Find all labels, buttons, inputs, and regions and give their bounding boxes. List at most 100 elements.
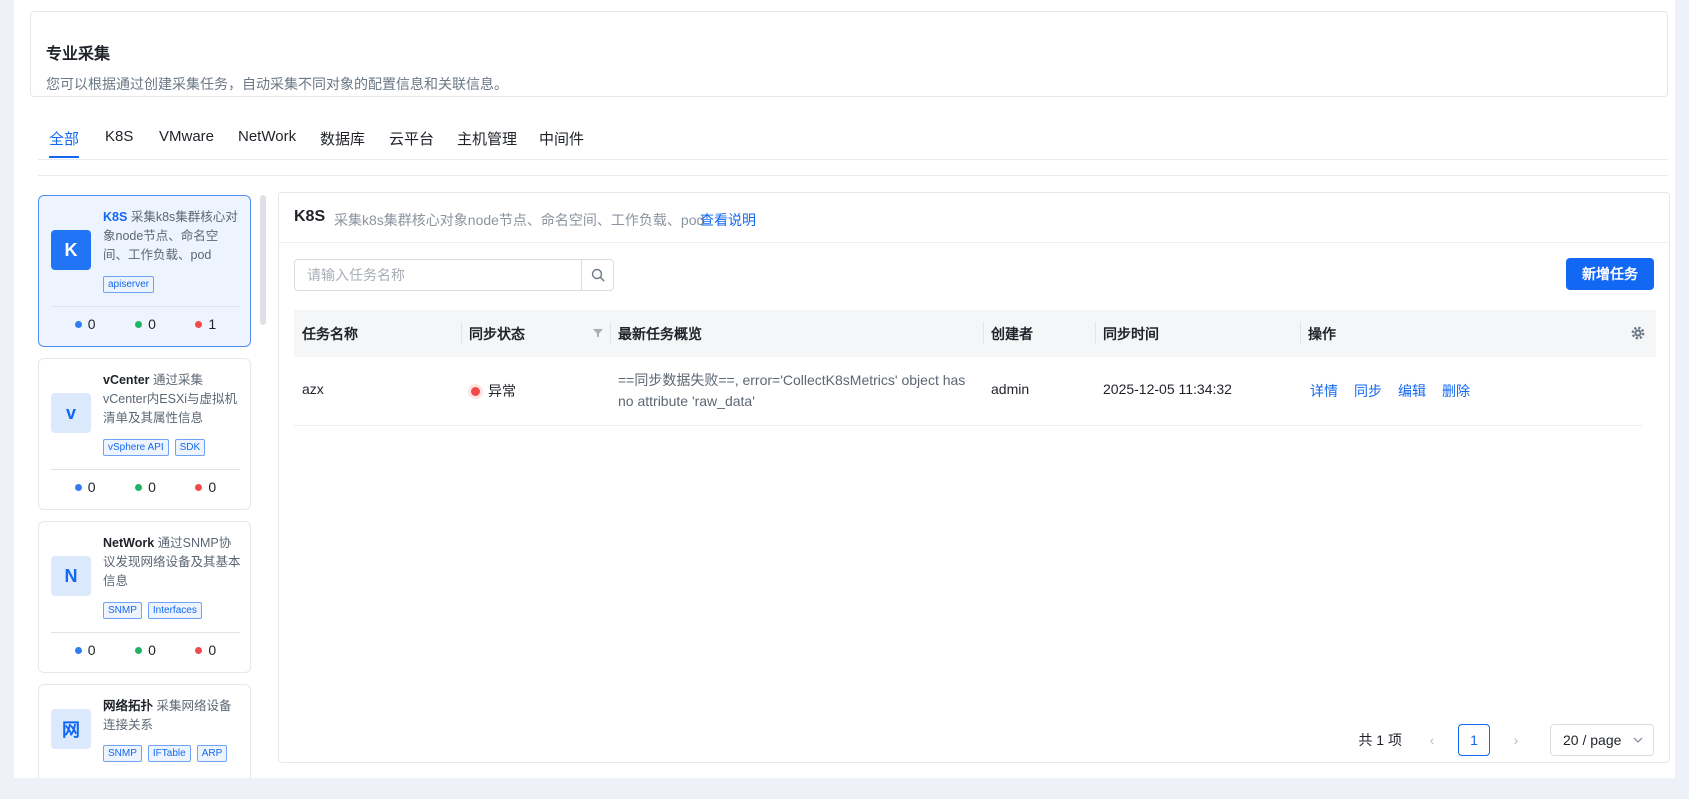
detail-button[interactable]: 详情 xyxy=(1310,383,1338,399)
delete-button[interactable]: 删除 xyxy=(1442,383,1470,399)
collector-avatar: K xyxy=(51,230,91,270)
search-input[interactable] xyxy=(295,260,581,290)
sync-time: 2025-12-05 11:34:32 xyxy=(1103,381,1232,397)
blue-dot-icon xyxy=(74,483,82,491)
help-link[interactable]: 查看说明 xyxy=(700,210,756,230)
tag: SDK xyxy=(174,439,206,456)
collector-info: vCenter 通过采集vCenter内ESXi与虚拟机清单及其属性信息 xyxy=(103,371,243,428)
stat-value: 0 xyxy=(87,479,96,495)
collector-card-topology[interactable]: 网 网络拓扑 采集网络设备连接关系 SNMP IFTable ARP xyxy=(38,684,251,778)
red-dot-icon xyxy=(195,483,203,491)
pagination: 共 1 项 ‹ 1 › 20 / page xyxy=(1358,724,1654,756)
green-dot-icon xyxy=(135,320,143,328)
stat-value: 0 xyxy=(148,642,156,658)
column-header-sync-time: 同步时间 xyxy=(1103,325,1159,342)
creator: admin xyxy=(991,381,1030,397)
collector-card-k8s[interactable]: K K8S 采集k8s集群核心对象node节点、命名空间、工作负载、pod ap… xyxy=(38,195,251,347)
sync-button[interactable]: 同步 xyxy=(1354,383,1382,399)
task-search xyxy=(294,259,614,291)
panel-header: K8S 采集k8s集群核心对象node节点、命名空间、工作负载、pod 查看说明 xyxy=(279,193,1669,243)
collector-name: NetWork xyxy=(103,536,155,550)
divider xyxy=(51,306,240,307)
stat-value: 0 xyxy=(208,479,217,495)
column-header-overview: 最新任务概览 xyxy=(618,325,702,342)
collector-card-vcenter[interactable]: v vCenter 通过采集vCenter内ESXi与虚拟机清单及其属性信息 v… xyxy=(38,358,251,510)
stat-blue: 0 xyxy=(74,316,96,332)
tab-middleware[interactable]: 中间件 xyxy=(539,128,584,149)
stat-value: 1 xyxy=(208,316,217,332)
page-title: 专业采集 xyxy=(46,46,111,63)
collector-name: vCenter xyxy=(103,373,150,387)
panel-subtitle: 采集k8s集群核心对象node节点、命名空间、工作负载、pod xyxy=(334,212,705,228)
collector-stats: 0 0 0 xyxy=(39,642,252,658)
task-name: azx xyxy=(302,381,324,397)
page-size-select[interactable]: 20 / page xyxy=(1550,724,1654,756)
stat-red: 1 xyxy=(195,316,216,332)
tag: vSphere API xyxy=(103,439,169,456)
collector-tags: SNMP Interfaces xyxy=(103,602,202,619)
collector-info: NetWork 通过SNMP协议发现网络设备及其基本信息 xyxy=(103,534,243,591)
tab-cloud[interactable]: 云平台 xyxy=(389,128,434,149)
blue-dot-icon xyxy=(74,646,82,654)
prev-page-icon[interactable]: ‹ xyxy=(1420,732,1444,748)
red-dot-icon xyxy=(195,646,203,654)
scrollbar-thumb[interactable] xyxy=(260,195,266,325)
edit-button[interactable]: 编辑 xyxy=(1398,383,1426,399)
add-task-button[interactable]: 新增任务 xyxy=(1566,258,1654,290)
column-header-status: 同步状态 xyxy=(469,325,525,342)
divider xyxy=(38,175,1668,176)
search-button[interactable] xyxy=(581,260,613,290)
tab-database[interactable]: 数据库 xyxy=(320,128,365,149)
tag: SNMP xyxy=(103,745,142,762)
row-actions: 详情 同步 编辑 删除 xyxy=(1310,381,1486,401)
category-tabs: 全部 K8S VMware NetWork 数据库 云平台 主机管理 中间件 xyxy=(38,118,1668,160)
divider xyxy=(51,469,240,470)
tag: Interfaces xyxy=(147,602,202,619)
stat-red: 0 xyxy=(195,479,216,495)
page-description: 您可以根据通过创建采集任务，自动采集不同对象的配置信息和关联信息。 xyxy=(46,76,508,92)
stat-green: 0 xyxy=(135,316,156,332)
chevron-down-icon xyxy=(1633,737,1643,743)
tab-network[interactable]: NetWork xyxy=(238,128,296,145)
column-header-creator: 创建者 xyxy=(991,325,1033,342)
table-header: 任务名称 同步状态 最新任务概览 创建者 同步时间 操作 xyxy=(294,310,1656,357)
red-dot-icon xyxy=(195,320,203,328)
tag: IFTable xyxy=(147,745,191,762)
status-text: 异常 xyxy=(488,383,516,399)
tab-all[interactable]: 全部 xyxy=(49,128,79,149)
task-panel: K8S 采集k8s集群核心对象node节点、命名空间、工作负载、pod 查看说明… xyxy=(278,192,1670,763)
next-page-icon[interactable]: › xyxy=(1504,732,1528,748)
stat-red: 0 xyxy=(195,642,216,658)
tab-vmware[interactable]: VMware xyxy=(159,128,214,145)
panel-title: K8S xyxy=(294,208,326,225)
table-row[interactable]: azx 异常 ==同步数据失败==, error='CollectK8sMetr… xyxy=(294,357,1642,426)
collector-info: K8S 采集k8s集群核心对象node节点、命名空间、工作负载、pod xyxy=(103,208,243,265)
page-size-value: 20 / page xyxy=(1563,732,1622,748)
tab-k8s[interactable]: K8S xyxy=(105,128,133,145)
stat-blue: 0 xyxy=(74,479,96,495)
collector-avatar: v xyxy=(51,393,91,433)
search-icon xyxy=(591,268,605,282)
status-cell: 异常 xyxy=(471,381,516,401)
filter-icon[interactable] xyxy=(592,327,604,339)
tag: SNMP xyxy=(103,602,142,619)
settings-icon[interactable] xyxy=(1631,326,1645,340)
stat-value: 0 xyxy=(87,316,96,332)
tab-host[interactable]: 主机管理 xyxy=(457,128,517,149)
collector-name: K8S xyxy=(103,210,128,224)
column-header-name: 任务名称 xyxy=(302,325,358,342)
task-table: 任务名称 同步状态 最新任务概览 创建者 同步时间 操作 azx 异常 ==同步… xyxy=(294,310,1656,426)
collector-card-network[interactable]: N NetWork 通过SNMP协议发现网络设备及其基本信息 SNMP Inte… xyxy=(38,521,251,673)
column-header-actions: 操作 xyxy=(1308,325,1336,342)
green-dot-icon xyxy=(135,483,143,491)
collector-name: 网络拓扑 xyxy=(103,699,154,713)
tag: ARP xyxy=(196,745,228,762)
collector-stats: 0 0 0 xyxy=(39,479,252,495)
task-overview: ==同步数据失败==, error='CollectK8sMetrics' ob… xyxy=(618,372,966,409)
intro-card: 专业采集 您可以根据通过创建采集任务，自动采集不同对象的配置信息和关联信息。 xyxy=(30,11,1668,97)
collector-list-scrollbar[interactable] xyxy=(260,195,266,778)
page-number-button[interactable]: 1 xyxy=(1458,724,1490,756)
stat-value: 0 xyxy=(148,479,156,495)
collector-avatar: 网 xyxy=(51,709,91,749)
stat-green: 0 xyxy=(135,479,156,495)
